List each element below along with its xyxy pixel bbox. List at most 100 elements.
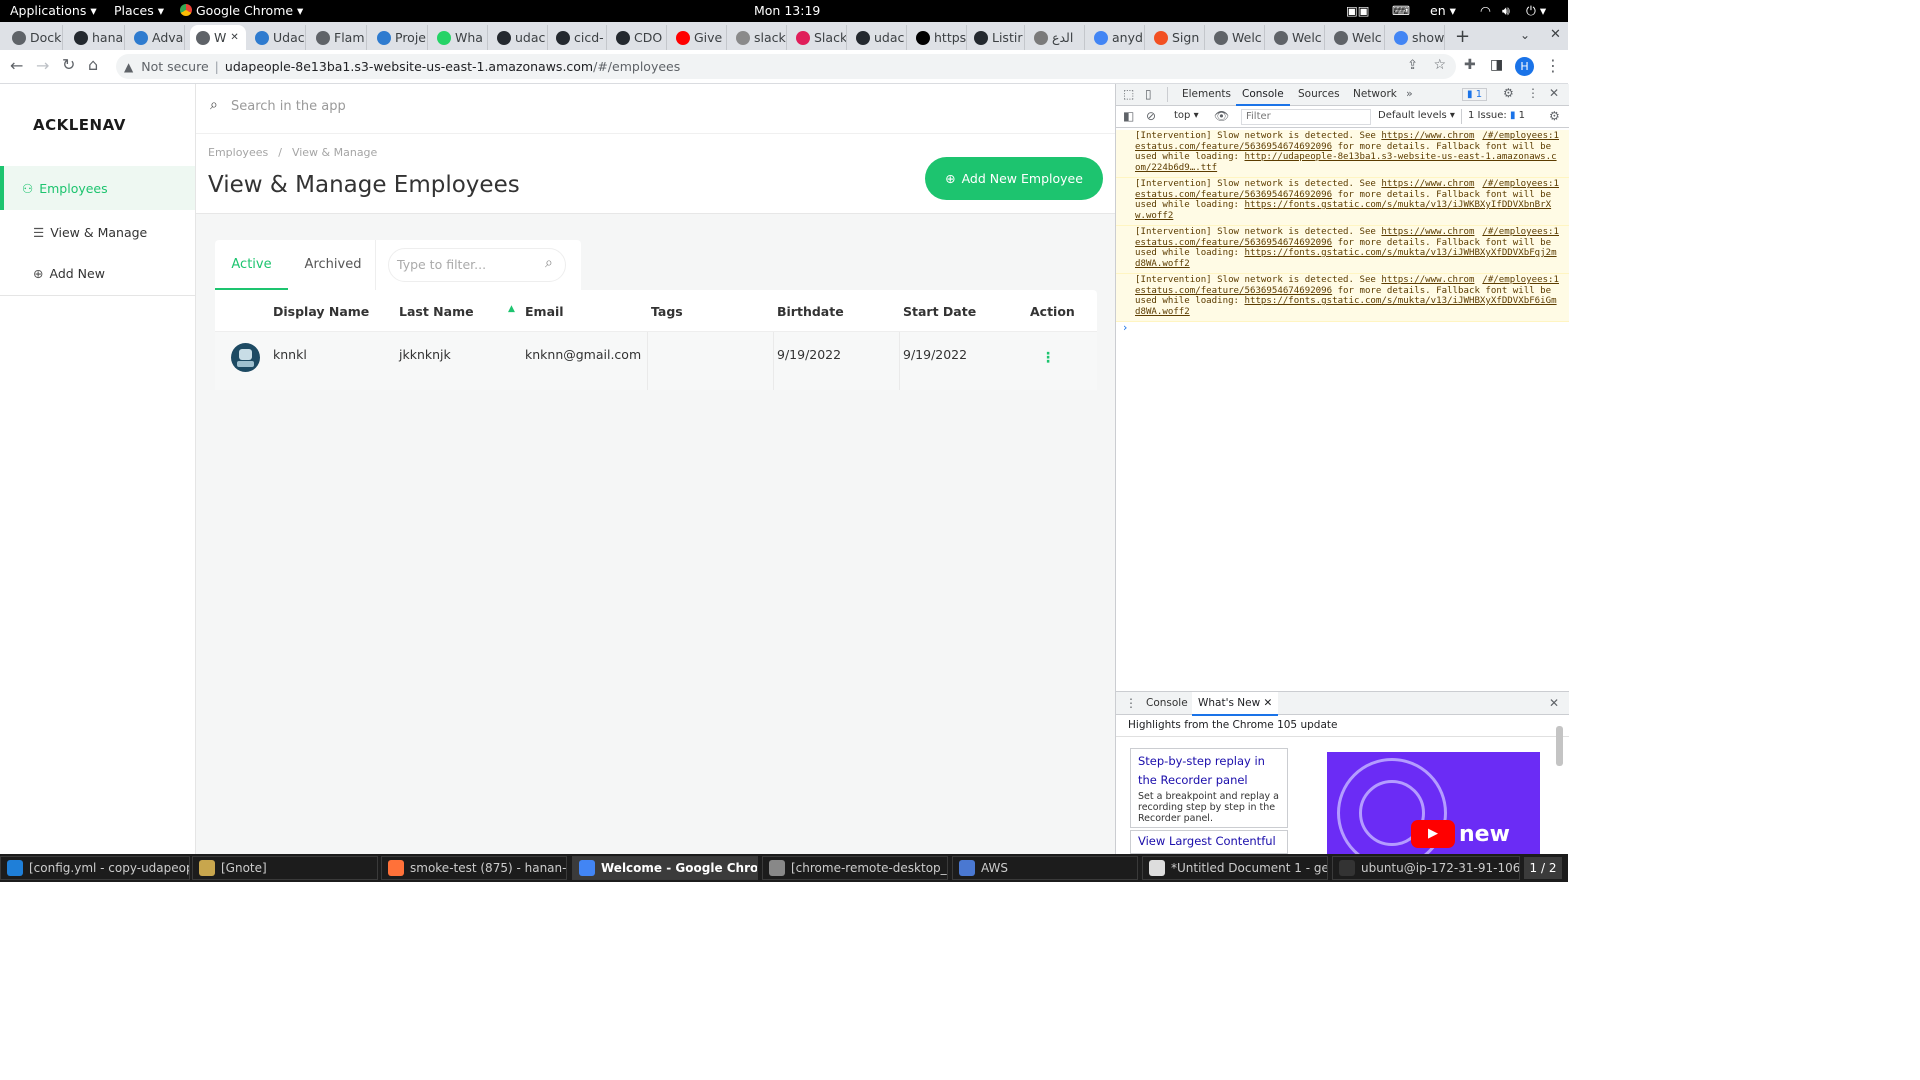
devtools-tab-sources[interactable]: Sources xyxy=(1298,88,1340,100)
address-bar[interactable]: ▲ Not secure | udapeople-8e13ba1.s3-webs… xyxy=(116,54,1456,79)
browser-tab[interactable]: W ✕ xyxy=(190,25,246,50)
col-tags[interactable]: Tags xyxy=(651,304,683,319)
home-icon[interactable]: ⌂ xyxy=(88,55,98,74)
power-icon[interactable]: ⏻ ▾ xyxy=(1526,3,1546,19)
browser-tab[interactable]: Udac xyxy=(249,25,306,50)
screen-icon[interactable]: ▣▣ xyxy=(1346,3,1370,18)
taskbar-window[interactable]: [Gnote] xyxy=(192,856,378,880)
tab-archived[interactable]: Archived xyxy=(293,240,373,290)
more-tabs-icon[interactable]: » xyxy=(1406,87,1413,100)
devtools-menu-icon[interactable]: ⋮ xyxy=(1527,86,1539,100)
browser-tab[interactable]: slack xyxy=(730,25,787,50)
filter-input[interactable]: Type to filter... ⌕ xyxy=(388,248,566,282)
app-menu-chrome[interactable]: Google Chrome ▾ xyxy=(180,3,303,18)
row-actions-icon[interactable]: ⋮ xyxy=(1041,350,1055,366)
window-close-icon[interactable]: ✕ xyxy=(1550,27,1561,42)
console-message[interactable]: /#/employees:1 [Intervention] Slow networ… xyxy=(1116,130,1569,178)
whats-new-video[interactable]: ▶ new xyxy=(1327,752,1540,854)
browser-tab[interactable]: Dock xyxy=(6,25,63,50)
drawer-tab-whats-new[interactable]: What's New ✕ xyxy=(1192,692,1279,716)
sidebar-item-add-new[interactable]: ⊕ Add New xyxy=(0,252,195,296)
app-search-bar[interactable]: ⌕ Search in the app xyxy=(196,84,1115,134)
applications-menu[interactable]: Applications ▾ xyxy=(10,3,97,18)
devtools-tab-console[interactable]: Console xyxy=(1236,84,1290,106)
youtube-play-icon[interactable]: ▶ xyxy=(1411,820,1455,848)
breadcrumb-employees[interactable]: Employees xyxy=(208,146,268,159)
taskbar-window[interactable]: smoke-test (875) - hanan-hu... xyxy=(381,856,567,880)
browser-tab[interactable]: Welc xyxy=(1208,25,1265,50)
browser-tab[interactable]: Give xyxy=(670,25,727,50)
drawer-menu-icon[interactable]: ⋮ xyxy=(1125,696,1137,710)
browser-tab[interactable]: CDO xyxy=(610,25,667,50)
console-message[interactable]: /#/employees:1 [Intervention] Slow networ… xyxy=(1116,226,1569,274)
taskbar-window[interactable]: Welcome - Google Chrome xyxy=(572,856,758,880)
browser-tab[interactable]: Listir xyxy=(968,25,1025,50)
browser-tab[interactable]: Slack xyxy=(790,25,847,50)
col-last-name[interactable]: Last Name xyxy=(399,304,474,319)
workspace-indicator[interactable]: 1 / 2 xyxy=(1524,857,1562,879)
browser-tab[interactable]: show xyxy=(1388,25,1445,50)
settings-gear-icon[interactable]: ⚙ xyxy=(1503,86,1514,100)
share-icon[interactable]: ⇪ xyxy=(1407,58,1418,73)
col-birthdate[interactable]: Birthdate xyxy=(777,304,844,319)
console-message[interactable]: /#/employees:1 [Intervention] Slow networ… xyxy=(1116,178,1569,226)
browser-tab[interactable]: Sign xyxy=(1148,25,1205,50)
back-icon[interactable]: ← xyxy=(10,56,23,75)
sidebar-item-employees[interactable]: ⚇ Employees xyxy=(0,166,195,210)
extensions-icon[interactable]: ✚ xyxy=(1464,57,1476,73)
message-source-link[interactable]: /#/employees:1 xyxy=(1482,275,1559,286)
browser-tab[interactable]: الدع xyxy=(1028,25,1085,50)
drawer-tab-console[interactable]: Console xyxy=(1146,697,1188,709)
console-prompt-icon[interactable]: › xyxy=(1123,321,1127,334)
whats-new-card-recorder[interactable]: Step-by-step replay in the Recorder pane… xyxy=(1130,748,1288,828)
browser-tab[interactable]: Adva xyxy=(128,25,185,50)
chrome-menu-icon[interactable]: ⋮ xyxy=(1545,56,1561,75)
forward-icon[interactable]: → xyxy=(36,56,49,75)
col-email[interactable]: Email xyxy=(525,304,564,319)
browser-tab[interactable]: Welc xyxy=(1268,25,1325,50)
card-title[interactable]: Step-by-step replay in the Recorder pane… xyxy=(1138,752,1280,790)
console-settings-gear-icon[interactable]: ⚙ xyxy=(1549,109,1560,123)
message-source-link[interactable]: /#/employees:1 xyxy=(1482,131,1559,142)
browser-tab[interactable]: anyd xyxy=(1088,25,1145,50)
message-source-link[interactable]: /#/employees:1 xyxy=(1482,179,1559,190)
console-message[interactable]: /#/employees:1 [Intervention] Slow networ… xyxy=(1116,274,1569,322)
bookmark-star-icon[interactable]: ☆ xyxy=(1433,57,1446,73)
col-display-name[interactable]: Display Name xyxy=(273,304,369,319)
keyboard-icon[interactable]: ⌨ xyxy=(1392,3,1410,18)
reload-icon[interactable]: ↻ xyxy=(62,55,75,74)
message-source-link[interactable]: /#/employees:1 xyxy=(1482,227,1559,238)
new-tab-icon[interactable]: + xyxy=(1455,26,1470,47)
context-select[interactable]: top ▾ xyxy=(1174,110,1199,121)
devtools-tab-network[interactable]: Network xyxy=(1353,88,1397,100)
taskbar-window[interactable]: ubuntu@ip-172-31-91-106:... xyxy=(1332,856,1520,880)
messages-badge[interactable]: ▮ 1 xyxy=(1462,88,1488,101)
console-filter-input[interactable]: Filter xyxy=(1241,109,1371,125)
eye-icon[interactable]: 👁︎ xyxy=(1214,109,1229,123)
taskbar-window[interactable]: [config.yml - copy-udapeopl... xyxy=(0,856,190,880)
warning-icon[interactable]: ▲ xyxy=(124,60,133,74)
browser-tab[interactable]: hana xyxy=(68,25,125,50)
tab-search-icon[interactable]: ⌄ xyxy=(1520,28,1530,42)
log-levels-select[interactable]: Default levels ▾ xyxy=(1378,110,1455,121)
browser-tab[interactable]: cicd- xyxy=(550,25,607,50)
close-tab-icon[interactable]: ✕ xyxy=(1264,697,1273,709)
browser-tab[interactable]: udac xyxy=(850,25,907,50)
browser-tab[interactable]: Proje xyxy=(371,25,428,50)
close-tab-icon[interactable]: ✕ xyxy=(230,32,238,43)
browser-tab[interactable]: udac xyxy=(491,25,548,50)
search-input[interactable]: Search in the app xyxy=(231,99,346,114)
browser-tab[interactable]: Flam xyxy=(310,25,367,50)
whats-new-card-lcp[interactable]: View Largest Contentful xyxy=(1130,830,1288,854)
sort-asc-icon[interactable]: ▲ xyxy=(508,304,515,314)
browser-tab[interactable]: Welc xyxy=(1328,25,1385,50)
tab-active[interactable]: Active xyxy=(215,240,288,290)
app-logo[interactable]: ACKLENAV xyxy=(33,116,126,134)
issues-button[interactable]: 1 Issue: ▮ 1 xyxy=(1468,110,1525,121)
clear-console-icon[interactable]: ⊘ xyxy=(1146,109,1156,123)
taskbar-window[interactable]: [chrome-remote-desktop_cu... xyxy=(762,856,948,880)
browser-tab[interactable]: Wha xyxy=(431,25,488,50)
inspect-icon[interactable]: ⬚ xyxy=(1123,87,1134,101)
side-panel-icon[interactable]: ◨ xyxy=(1490,57,1503,73)
clock[interactable]: Mon 13:19 xyxy=(754,3,820,18)
